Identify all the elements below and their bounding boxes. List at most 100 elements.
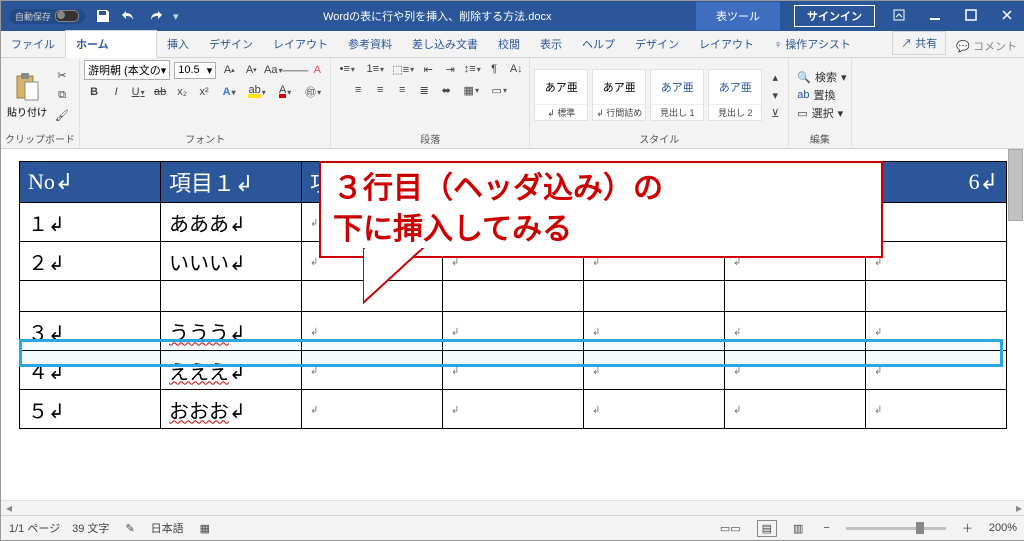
align-left-icon[interactable]: ≡ (349, 81, 367, 99)
word-count[interactable]: 39 文字 (72, 520, 109, 536)
autosave-toggle[interactable]: 自動保存 (9, 9, 85, 24)
tab-layout[interactable]: レイアウト (263, 31, 338, 57)
table-inserted-row (20, 281, 1007, 312)
language-indicator[interactable]: 日本語 (151, 520, 184, 536)
show-marks-icon[interactable]: ¶ (485, 60, 503, 78)
style-h2[interactable]: あア亜見出し 2 (708, 69, 762, 121)
font-color-icon[interactable]: A (273, 83, 297, 101)
header-no: No↲ (20, 162, 161, 203)
dec-indent-icon[interactable]: ⇤ (419, 60, 437, 78)
ribbon: 貼り付け ✂ ⧉ 🖌 クリップボード 游明朝 (本文の▾ 10.5▾ A▴ A▾… (1, 58, 1024, 149)
tab-design[interactable]: デザイン (199, 31, 263, 57)
zoom-out-icon[interactable]: − (819, 522, 833, 534)
multilevel-icon[interactable]: ⬚≡ (391, 60, 415, 78)
shrink-font-icon[interactable]: A▾ (242, 61, 260, 79)
callout-tail-icon (363, 248, 483, 308)
tab-table-layout[interactable]: レイアウト (689, 31, 764, 57)
status-bar: 1/1 ページ 39 文字 ✎ 日本語 ▦ ▭▭ ▤ ▥ − ＋ 200% (1, 515, 1024, 540)
superscript-icon[interactable]: x² (195, 83, 213, 101)
enclose-char-icon[interactable]: ㊞ (301, 83, 325, 101)
distribute-icon[interactable]: ⬌ (437, 81, 455, 99)
highlight-icon[interactable]: ab (245, 83, 269, 101)
cut-icon[interactable]: ✂ (53, 66, 71, 84)
tab-review[interactable]: 校閲 (488, 31, 530, 57)
numbering-icon[interactable]: 1≡ (363, 60, 387, 78)
zoom-in-icon[interactable]: ＋ (958, 520, 977, 536)
phonetic-guide-icon[interactable]: ⸻ (286, 61, 304, 79)
page-indicator[interactable]: 1/1 ページ (9, 520, 60, 536)
format-painter-icon[interactable]: 🖌 (53, 106, 71, 124)
inc-indent-icon[interactable]: ⇥ (441, 60, 459, 78)
tab-file[interactable]: ファイル (1, 31, 65, 57)
redo-icon[interactable] (147, 8, 163, 24)
ribbon-options-icon[interactable] (881, 5, 917, 28)
group-clipboard: 貼り付け ✂ ⧉ 🖌 クリップボード (1, 58, 80, 148)
scrollbar-thumb[interactable] (1008, 149, 1023, 221)
bold-button[interactable]: B (85, 83, 103, 101)
text-effects-icon[interactable]: A (217, 83, 241, 101)
print-layout-icon[interactable]: ▤ (757, 520, 777, 537)
subscript-icon[interactable]: x₂ (173, 83, 191, 101)
tab-insert[interactable]: 挿入 (157, 31, 199, 57)
style-normal[interactable]: あア亜↲ 標準 (534, 69, 588, 121)
copy-icon[interactable]: ⧉ (53, 86, 71, 104)
align-center-icon[interactable]: ≡ (371, 81, 389, 99)
table-tools-tab[interactable]: 表ツール (696, 2, 780, 30)
annotation-callout: ３行目（ヘッダ込み）の 下に挿入してみる (319, 161, 883, 258)
line-spacing-icon[interactable]: ↕≡ (463, 60, 481, 78)
styles-gallery-expand[interactable]: ⊻ (766, 104, 784, 122)
find-button[interactable]: 🔍 検索 ▾ (797, 69, 846, 85)
spelling-icon[interactable]: ✎ (121, 522, 138, 535)
header-6: 6↲ (866, 162, 1007, 203)
tab-reference[interactable]: 参考資料 (338, 31, 402, 57)
select-button[interactable]: ▭ 選択 ▾ (797, 105, 846, 121)
close-button[interactable] (989, 5, 1024, 28)
table-row: ３↲ううう↲↲↲↲↲↲ (20, 312, 1007, 351)
font-size-selector[interactable]: 10.5▾ (174, 62, 216, 79)
zoom-slider[interactable] (846, 527, 946, 530)
tab-help[interactable]: ヘルプ (572, 31, 625, 57)
document-title: Wordの表に行や列を挿入、削除する方法.docx (323, 11, 551, 23)
zoom-level[interactable]: 200% (989, 522, 1017, 534)
document-area[interactable]: No↲ 項目１↲ 項 6↲ １↲あああ↲↲↲↲↲↲ ２↲いいい↲↲↲↲↲↲ ３↲… (1, 149, 1024, 500)
table-row: ４↲えええ↲↲↲↲↲↲ (20, 351, 1007, 390)
style-nospace[interactable]: あア亜↲ 行間詰め (592, 69, 646, 121)
style-h1[interactable]: あア亜見出し 1 (650, 69, 704, 121)
group-editing: 🔍 検索 ▾ ab 置換 ▭ 選択 ▾ 編集 (789, 58, 851, 148)
web-layout-icon[interactable]: ▥ (789, 522, 807, 535)
header-item1: 項目１↲ (161, 162, 302, 203)
clear-format-icon[interactable]: A (308, 61, 326, 79)
replace-button[interactable]: ab 置換 (797, 87, 846, 103)
tab-table-design[interactable]: デザイン (625, 31, 689, 57)
share-button[interactable]: ↗ 共有 (892, 31, 946, 55)
tab-home[interactable]: ホーム (65, 30, 157, 58)
paste-button[interactable]: 貼り付け (5, 72, 49, 119)
tell-me[interactable]: ♀ 操作アシスト (764, 31, 861, 57)
underline-button[interactable]: U (129, 83, 147, 101)
title-bar: 自動保存 ▾ Wordの表に行や列を挿入、削除する方法.docx 表ツール サイ… (1, 1, 1024, 31)
grow-font-icon[interactable]: A▴ (220, 61, 238, 79)
justify-icon[interactable]: ≣ (415, 81, 433, 99)
signin-button[interactable]: サインイン (794, 5, 875, 27)
comments-button[interactable]: 💬 コメント (948, 35, 1024, 57)
group-styles: あア亜↲ 標準 あア亜↲ 行間詰め あア亜見出し 1 あア亜見出し 2 ▴ ▾ … (530, 58, 789, 148)
undo-icon[interactable] (121, 8, 137, 24)
align-right-icon[interactable]: ≡ (393, 81, 411, 99)
save-icon[interactable] (95, 8, 111, 24)
borders-icon[interactable]: ▭ (487, 81, 511, 99)
font-selector[interactable]: 游明朝 (本文の▾ (84, 60, 170, 80)
read-mode-icon[interactable]: ▭▭ (716, 522, 745, 535)
tab-mail[interactable]: 差し込み文書 (402, 31, 488, 57)
strike-button[interactable]: ab (151, 83, 169, 101)
macro-icon[interactable]: ▦ (196, 522, 214, 535)
bullets-icon[interactable]: •≡ (335, 60, 359, 78)
group-font: 游明朝 (本文の▾ 10.5▾ A▴ A▾ Aa ⸻ A B I U ab x₂… (80, 58, 331, 148)
maximize-button[interactable] (953, 5, 989, 28)
change-case-icon[interactable]: Aa (264, 61, 282, 79)
ribbon-tabs: ファイル ホーム 挿入 デザイン レイアウト 参考資料 差し込み文書 校閲 表示… (1, 31, 1024, 58)
tab-view[interactable]: 表示 (530, 31, 572, 57)
shading-icon[interactable]: ▦ (459, 81, 483, 99)
sort-icon[interactable]: A↓ (507, 60, 525, 78)
minimize-button[interactable] (917, 5, 953, 28)
italic-button[interactable]: I (107, 83, 125, 101)
